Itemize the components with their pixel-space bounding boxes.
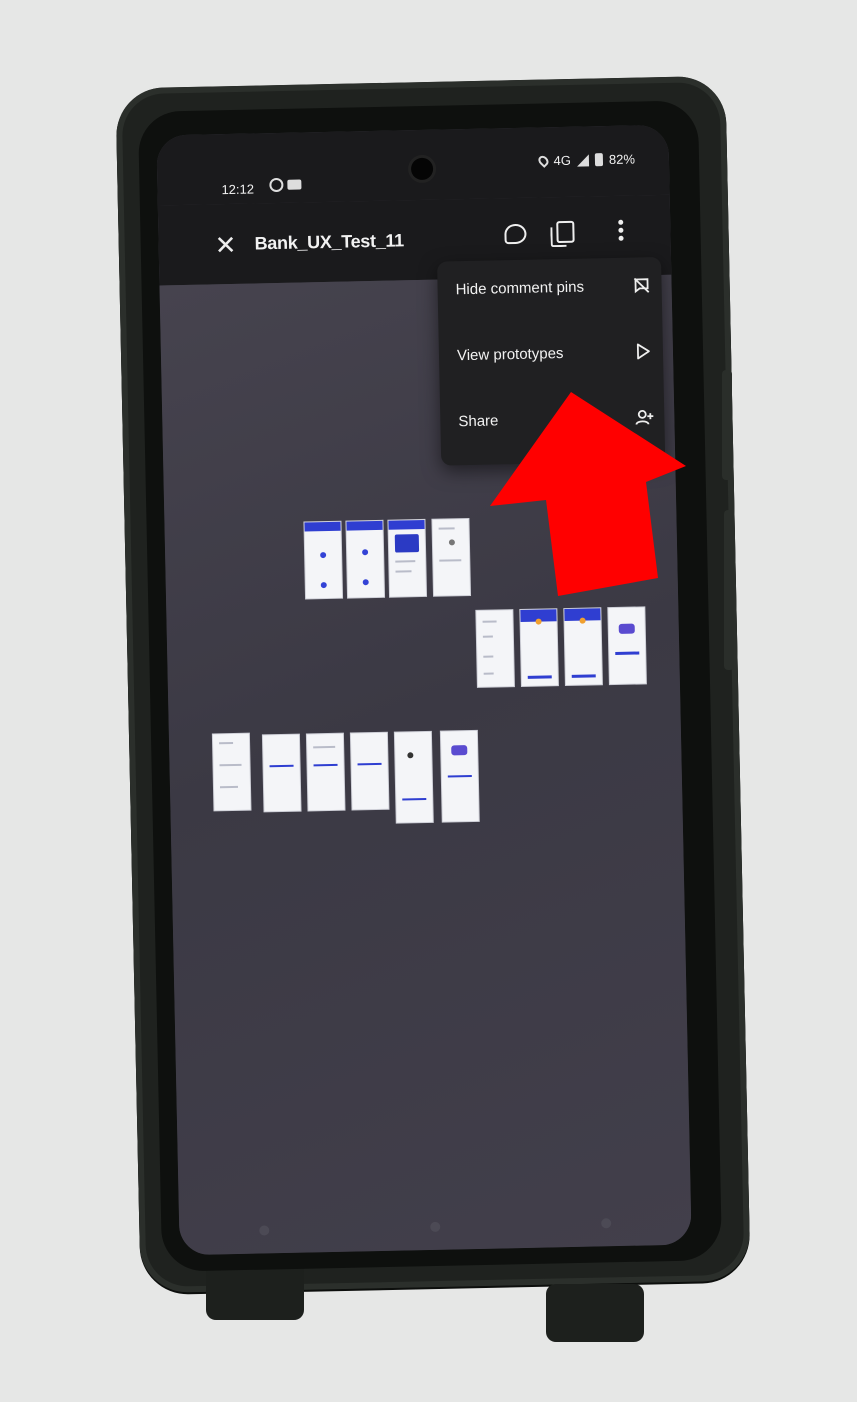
frame-thumbnail[interactable]: [608, 607, 646, 685]
frame-thumbnail[interactable]: [476, 610, 514, 687]
menu-item-label: View prototypes: [456, 344, 564, 364]
frame-thumbnail[interactable]: [212, 733, 251, 811]
frame-thumbnail[interactable]: [520, 609, 558, 686]
more-vertical-icon[interactable]: [618, 219, 624, 241]
frame-thumbnail[interactable]: [440, 730, 479, 822]
frame-thumbnail[interactable]: [262, 734, 301, 812]
menu-item-label: Hide comment pins: [455, 278, 585, 298]
status-time: 12:12: [221, 181, 255, 198]
case-stand-left: [206, 1262, 304, 1320]
copy-icon[interactable]: [556, 220, 575, 244]
frame-thumbnail[interactable]: [350, 732, 389, 810]
frame-thumbnail[interactable]: [306, 733, 345, 811]
app-notification-icon: [269, 177, 284, 193]
signal-icon: [576, 153, 590, 167]
battery-icon: [594, 153, 604, 167]
menu-item-hide-comment-pins[interactable]: Hide comment pins: [455, 265, 652, 309]
person-add-icon: [634, 407, 654, 427]
frame-thumbnail[interactable]: [304, 521, 343, 599]
network-label: 4G: [553, 152, 572, 169]
battery-percent: 82%: [608, 151, 636, 168]
location-icon: [535, 153, 551, 168]
status-right: 4G 82%: [535, 151, 636, 169]
menu-item-share[interactable]: Share: [458, 397, 655, 441]
volume-button: [722, 370, 732, 480]
notification-icons: [269, 177, 302, 193]
gesture-bar: [179, 1217, 691, 1238]
status-bar: 12:12 4G 82%: [156, 124, 670, 206]
power-button: [724, 510, 734, 670]
document-title: Bank_UX_Test_11: [254, 230, 405, 254]
frame-thumbnail[interactable]: [388, 519, 427, 597]
comment-off-icon: [631, 275, 651, 295]
frame-thumbnail[interactable]: [432, 519, 471, 596]
close-icon[interactable]: ✕: [214, 230, 236, 260]
overflow-menu: Hide comment pins View prototypes Share: [437, 256, 666, 466]
frame-thumbnail[interactable]: [346, 520, 385, 598]
menu-item-view-prototypes[interactable]: View prototypes: [457, 331, 654, 375]
comment-icon[interactable]: [504, 223, 527, 245]
front-camera: [410, 157, 434, 181]
phone-screen: 12:12 4G 82% ✕ Bank_UX_Test_11 Hide comm…: [156, 124, 692, 1256]
play-icon: [633, 341, 653, 361]
frame-thumbnail[interactable]: [394, 731, 433, 823]
menu-item-label: Share: [458, 411, 499, 430]
frame-thumbnail[interactable]: [564, 608, 602, 686]
case-stand-right: [546, 1284, 644, 1342]
message-icon: [287, 179, 302, 190]
